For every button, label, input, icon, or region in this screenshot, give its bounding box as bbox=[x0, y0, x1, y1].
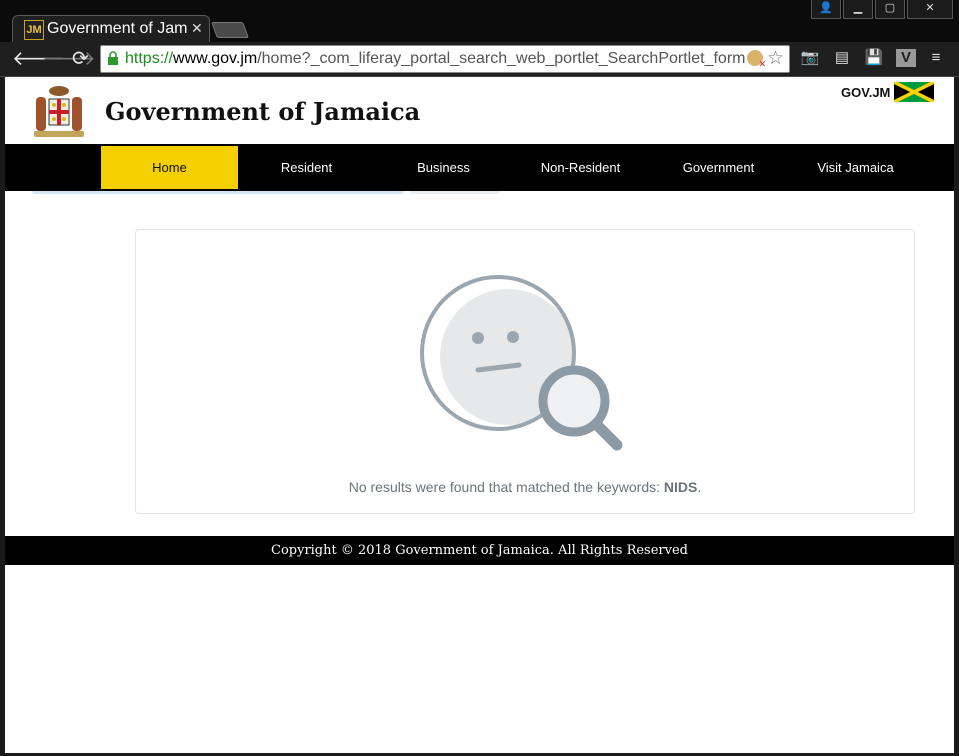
jamaica-flag-icon[interactable] bbox=[894, 82, 934, 102]
camera-icon[interactable]: 📷 bbox=[800, 49, 820, 67]
save-icon[interactable]: 💾 bbox=[864, 49, 884, 67]
lock-icon bbox=[108, 51, 118, 65]
site-header: Government of Jamaica GOV.JM bbox=[5, 77, 954, 144]
no-results-illustration bbox=[420, 275, 623, 451]
privacy-extension-icon[interactable]: ▤ bbox=[832, 49, 852, 67]
site-footer: Copyright © 2018 Government of Jamaica. … bbox=[5, 536, 954, 565]
nav-item-government[interactable]: Government bbox=[650, 146, 787, 189]
dropdown-shadow bbox=[32, 191, 404, 194]
search-results-panel: No results were found that matched the k… bbox=[135, 229, 915, 514]
reload-icon[interactable]: ⟳ bbox=[72, 48, 89, 70]
browser-toolbar: 🡐 🡒 ⟳ https://www.gov.jm/home?_com_lifer… bbox=[0, 42, 959, 77]
site-title[interactable]: Government of Jamaica bbox=[105, 97, 420, 126]
gov-jm-label[interactable]: GOV.JM bbox=[841, 85, 890, 100]
tab-close-icon[interactable]: ✕ bbox=[191, 20, 203, 37]
maximize-icon[interactable]: ▢ bbox=[875, 0, 905, 19]
vivaldi-extension-icon[interactable]: V bbox=[896, 49, 916, 67]
no-results-message: No results were found that matched the k… bbox=[348, 479, 702, 495]
dropdown-shadow bbox=[410, 191, 500, 194]
title-bar: JM Government of Jam ✕ 👤 ▁ ▢ ✕ bbox=[0, 0, 959, 43]
coat-of-arms-logo[interactable] bbox=[30, 83, 88, 141]
person-icon[interactable]: 👤 bbox=[811, 0, 841, 19]
window-controls: 👤 ▁ ▢ ✕ bbox=[811, 0, 953, 19]
blocked-content-icon[interactable] bbox=[747, 50, 766, 70]
bookmark-star-icon[interactable]: ☆ bbox=[767, 47, 784, 70]
close-icon[interactable]: ✕ bbox=[907, 0, 953, 19]
search-keyword: NIDS bbox=[663, 479, 698, 495]
web-page: Government of Jamaica GOV.JM Home Reside… bbox=[5, 77, 954, 753]
main-navigation: Home Resident Business Non-Resident Gove… bbox=[5, 144, 954, 191]
nav-item-visit-jamaica[interactable]: Visit Jamaica bbox=[787, 146, 924, 189]
nav-item-resident[interactable]: Resident bbox=[238, 146, 375, 189]
url-text: https://www.gov.jm/home?_com_liferay_por… bbox=[125, 50, 745, 67]
nav-item-home[interactable]: Home bbox=[101, 146, 238, 189]
menu-icon[interactable]: ≡ bbox=[926, 49, 946, 67]
nav-item-business[interactable]: Business bbox=[375, 146, 512, 189]
browser-tab[interactable]: JM Government of Jam ✕ bbox=[12, 15, 210, 43]
browser-window: JM Government of Jam ✕ 👤 ▁ ▢ ✕ 🡐 🡒 ⟳ htt… bbox=[0, 0, 959, 756]
address-bar[interactable]: https://www.gov.jm/home?_com_liferay_por… bbox=[100, 45, 790, 73]
minimize-icon[interactable]: ▁ bbox=[843, 0, 873, 19]
tab-title: Government of Jam bbox=[47, 20, 187, 37]
nav-item-non-resident[interactable]: Non-Resident bbox=[512, 146, 649, 189]
favicon-icon: JM bbox=[24, 20, 44, 40]
new-tab-button[interactable] bbox=[211, 22, 249, 38]
